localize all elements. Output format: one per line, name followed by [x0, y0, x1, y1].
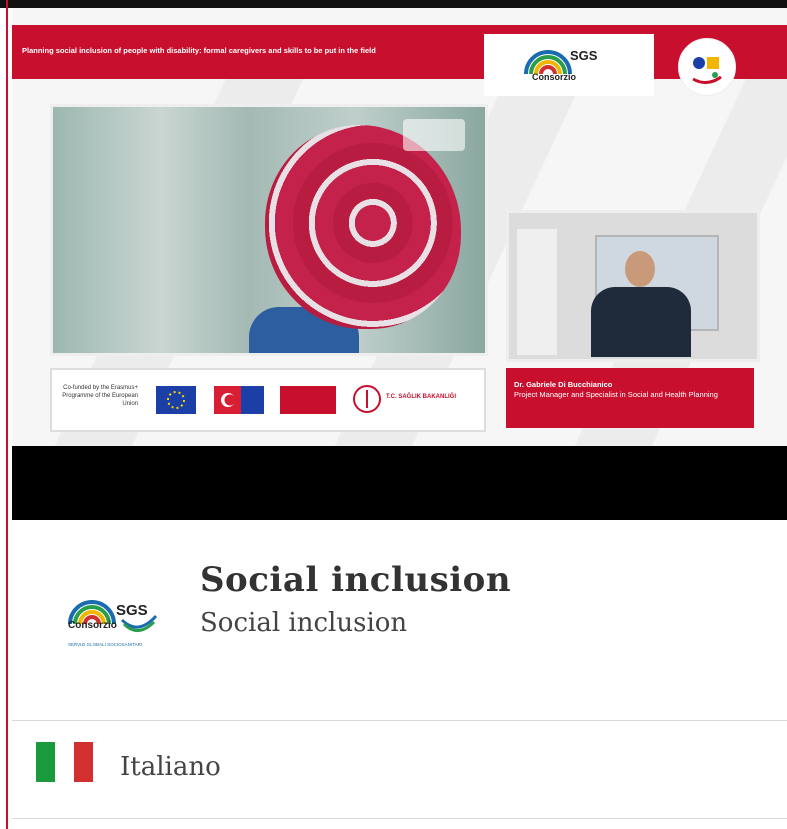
eu-flag-icon [156, 386, 196, 414]
language-label: Italiano [120, 752, 221, 782]
provider-sgs-text: SGS [116, 602, 148, 619]
sgs-logo-icon: SGS Consorzio [524, 48, 598, 82]
course-subtitle: Social inclusion [200, 608, 408, 638]
photo-watermark-logo [403, 119, 465, 151]
provider-logo: SGS Consorzio SERVIZI GLOBALI SOCIOSANIT… [62, 590, 162, 654]
turkey-eu-flag-icon [214, 386, 264, 414]
ministry-seal-icon [353, 385, 381, 413]
partners-strip: Co-funded by the Erasmus+ Programme of t… [50, 368, 486, 432]
speaker-role: Project Manager and Specialist in Social… [514, 390, 718, 399]
speaker-caption: Dr. Gabriele Di Bucchianico Project Mana… [506, 368, 754, 428]
italian-flag-icon [36, 742, 94, 782]
video-main-photo [50, 104, 488, 356]
divider [12, 720, 787, 721]
video-thumbnail[interactable]: Planning social inclusion of people with… [12, 8, 787, 520]
video-banner-text: Planning social inclusion of people with… [22, 46, 376, 55]
speaker-background-door [517, 229, 557, 355]
left-accent-bar [6, 0, 8, 829]
course-title[interactable]: Social inclusion [200, 560, 511, 600]
video-letterbox [12, 446, 787, 520]
cofunded-text: Co-funded by the Erasmus+ Programme of t… [62, 385, 138, 407]
top-edge [0, 0, 787, 8]
speaker-name: Dr. Gabriele Di Bucchianico [514, 380, 613, 389]
banner-logo-box: SGS Consorzio [484, 34, 654, 96]
banner-consorzio-text: Consorzio [532, 72, 577, 82]
ministry-logo: T.C. SAĞLIK BAKANLIĞI [352, 382, 472, 416]
provider-consorzio-text: Consorzio [68, 620, 117, 631]
divider [12, 818, 787, 819]
provider-tagline: SERVIZI GLOBALI SOCIOSANITARI [68, 642, 143, 647]
photo-hat [265, 125, 461, 329]
course-card[interactable]: Planning social inclusion of people with… [0, 0, 787, 829]
partner-logo-icon [280, 386, 336, 414]
speaker-body [591, 287, 691, 357]
speaker-head [625, 251, 655, 287]
speaker-video [506, 210, 760, 362]
project-logo-icon [678, 38, 736, 96]
ministry-text: T.C. SAĞLIK BAKANLIĞI [386, 394, 456, 400]
banner-sgs-text: SGS [570, 48, 598, 63]
